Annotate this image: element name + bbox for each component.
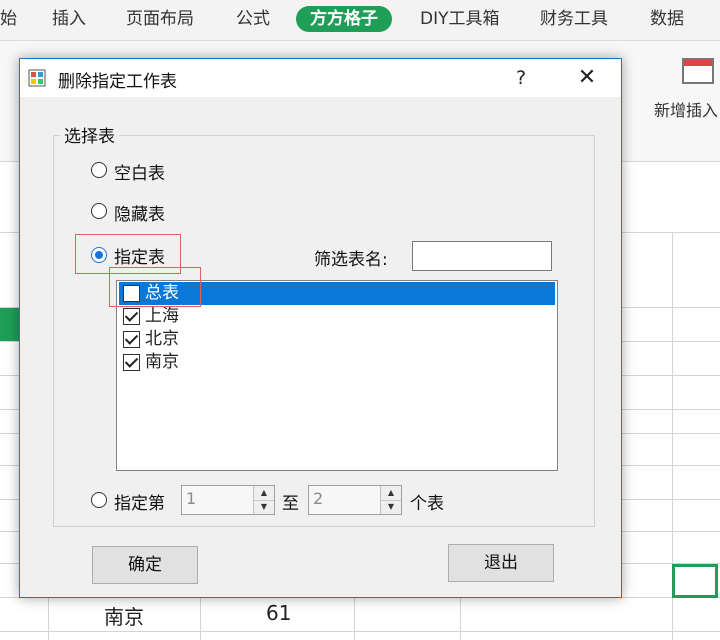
cell-value[interactable]: 61: [266, 601, 291, 625]
tab-diy-toolbox[interactable]: DIY工具箱: [420, 6, 500, 32]
dialog-title: 删除指定工作表: [58, 72, 177, 92]
stepper-buttons: ▲ ▼: [253, 486, 274, 514]
stepper-up-icon[interactable]: ▲: [381, 486, 401, 501]
radio-range-sheets[interactable]: [91, 492, 107, 508]
tab-data[interactable]: 数据: [650, 6, 684, 32]
checkbox[interactable]: [123, 308, 140, 325]
range-to-label: 至: [282, 494, 299, 514]
cell-city[interactable]: 南京: [104, 601, 144, 630]
tab-fangfang[interactable]: 方方格子: [296, 6, 392, 32]
radio-blank-label[interactable]: 空白表: [114, 159, 165, 184]
exit-button[interactable]: 退出: [448, 544, 554, 582]
ribbon-tab-bar: 始 插入 页面布局 公式 方方格子 DIY工具箱 财务工具 数据: [0, 0, 720, 41]
stepper-up-icon[interactable]: ▲: [254, 486, 274, 501]
highlight-box: [109, 267, 201, 307]
tab-page-layout[interactable]: 页面布局: [126, 6, 194, 32]
ok-button[interactable]: 确定: [92, 546, 198, 584]
checkbox[interactable]: [123, 331, 140, 348]
range-from-value: 1: [186, 489, 197, 508]
dialog-titlebar[interactable]: 删除指定工作表 ? ✕: [20, 59, 621, 97]
new-insert-button[interactable]: 新增插入: [654, 97, 718, 121]
list-item[interactable]: 北京: [119, 328, 555, 351]
radio-range-label[interactable]: 指定第: [114, 489, 165, 514]
range-to-stepper[interactable]: 2 ▲ ▼: [308, 485, 402, 515]
delete-sheets-dialog: 删除指定工作表 ? ✕ 选择表 空白表 隐藏表 指定表 筛选表名: 总表 上海 …: [19, 58, 622, 598]
stepper-down-icon[interactable]: ▼: [254, 500, 274, 514]
tab-finance-tools[interactable]: 财务工具: [540, 6, 608, 32]
range-suffix-label: 个表: [410, 494, 444, 514]
group-label: 选择表: [60, 122, 119, 147]
help-button[interactable]: ?: [498, 59, 544, 97]
sheet-name: 上海: [145, 306, 179, 326]
list-item[interactable]: 南京: [119, 351, 555, 374]
radio-specified-sheets[interactable]: [91, 247, 107, 263]
radio-hidden-sheets[interactable]: [91, 203, 107, 219]
active-cell[interactable]: [672, 564, 718, 598]
filter-label: 筛选表名:: [314, 250, 388, 270]
range-from-stepper[interactable]: 1 ▲ ▼: [181, 485, 275, 515]
checkbox[interactable]: [123, 354, 140, 371]
radio-hidden-label[interactable]: 隐藏表: [114, 200, 165, 225]
list-item[interactable]: 上海: [119, 305, 555, 328]
radio-blank-sheets[interactable]: [91, 162, 107, 178]
radio-specified-label[interactable]: 指定表: [114, 243, 165, 268]
tab-insert[interactable]: 插入: [52, 6, 86, 32]
stepper-buttons: ▲ ▼: [380, 486, 401, 514]
stepper-down-icon[interactable]: ▼: [381, 500, 401, 514]
app-icon: [28, 69, 46, 87]
close-button[interactable]: ✕: [564, 59, 610, 97]
sheet-name: 北京: [145, 329, 179, 349]
sheet-name: 南京: [145, 352, 179, 372]
new-insert-icon[interactable]: [682, 58, 714, 84]
sheet-listbox[interactable]: 总表 上海 北京 南京: [116, 280, 558, 471]
range-to-value: 2: [313, 489, 324, 508]
filter-input[interactable]: [412, 241, 552, 271]
tab-formulas[interactable]: 公式: [236, 6, 270, 32]
tab-start[interactable]: 始: [0, 6, 17, 32]
